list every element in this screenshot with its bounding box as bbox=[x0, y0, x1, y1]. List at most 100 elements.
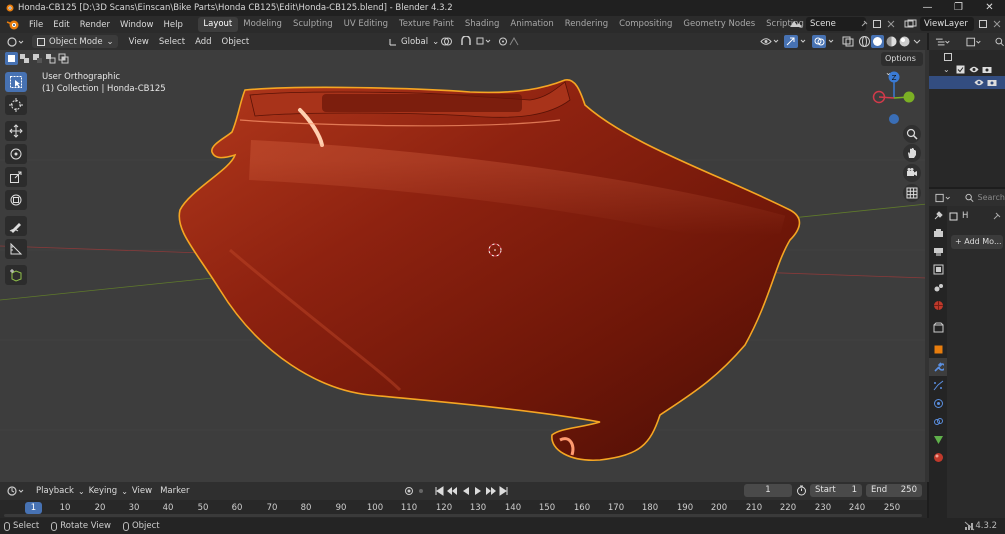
gizmo-toggle-icon[interactable] bbox=[784, 35, 808, 48]
stopwatch-icon[interactable] bbox=[796, 485, 807, 496]
tab-compositing[interactable]: Compositing bbox=[614, 17, 678, 32]
shading-options-icon[interactable] bbox=[912, 37, 922, 46]
collection-checkbox-icon[interactable] bbox=[956, 65, 965, 74]
minimize-button[interactable]: — bbox=[912, 0, 943, 16]
editor-type-icon[interactable] bbox=[6, 36, 26, 48]
search-icon[interactable] bbox=[965, 193, 974, 203]
display-mode-icon[interactable] bbox=[966, 37, 981, 47]
tab-geometry-nodes[interactable]: Geometry Nodes bbox=[678, 17, 761, 32]
add-modifier-button[interactable]: + Add Mo... bbox=[951, 235, 1003, 249]
blender-menu-icon[interactable] bbox=[6, 19, 20, 31]
options-dropdown[interactable]: Options ⌄ bbox=[881, 52, 923, 77]
tool-scale[interactable] bbox=[5, 167, 27, 187]
xray-toggle-icon[interactable] bbox=[842, 35, 854, 48]
tab-collection[interactable] bbox=[929, 318, 947, 336]
menu-view[interactable]: View bbox=[124, 37, 154, 47]
tool-annotate[interactable] bbox=[5, 216, 27, 236]
tab-sculpting[interactable]: Sculpting bbox=[287, 17, 338, 32]
start-frame-field[interactable]: Start 1 bbox=[810, 484, 862, 497]
playhead[interactable]: 1 bbox=[25, 502, 42, 514]
pivot-point-icon[interactable] bbox=[440, 36, 456, 47]
tab-uv-editing[interactable]: UV Editing bbox=[338, 17, 393, 32]
menu-edit[interactable]: Edit bbox=[48, 20, 74, 30]
menu-keying[interactable]: Keying bbox=[85, 486, 122, 496]
tab-data[interactable] bbox=[929, 430, 947, 448]
tab-particles[interactable] bbox=[929, 376, 947, 394]
menu-select[interactable]: Select bbox=[154, 37, 190, 47]
navigation-gizmo[interactable]: Z bbox=[868, 70, 918, 126]
viewlayer-name-field[interactable]: ViewLayer bbox=[920, 17, 974, 31]
timeline-scrollbar[interactable] bbox=[4, 514, 922, 517]
play-reverse-icon[interactable] bbox=[461, 486, 471, 496]
tool-add-cube[interactable] bbox=[5, 265, 27, 285]
tab-shading[interactable]: Shading bbox=[459, 17, 505, 32]
tab-render[interactable] bbox=[929, 224, 947, 242]
expand-arrow-icon[interactable]: ⌄ bbox=[943, 65, 950, 74]
scene-icon[interactable] bbox=[788, 19, 804, 29]
tool-rotate[interactable] bbox=[5, 144, 27, 164]
outliner-editor-icon[interactable] bbox=[935, 37, 950, 47]
jump-end-icon[interactable] bbox=[499, 486, 509, 496]
solid-shading-icon[interactable] bbox=[871, 35, 884, 48]
network-off-icon[interactable] bbox=[964, 521, 975, 531]
tab-modeling[interactable]: Modeling bbox=[238, 17, 288, 32]
timeline-editor-icon[interactable] bbox=[6, 485, 26, 497]
tab-animation[interactable]: Animation bbox=[505, 17, 559, 32]
tab-modifiers[interactable] bbox=[929, 358, 947, 376]
camera-view-button[interactable] bbox=[903, 164, 921, 182]
tab-constraints[interactable] bbox=[929, 412, 947, 430]
tab-output[interactable] bbox=[929, 242, 947, 260]
jump-keyframe-forward-icon[interactable] bbox=[485, 486, 497, 496]
transform-orientation-selector[interactable]: Global ⌄ bbox=[384, 35, 443, 48]
tab-object[interactable] bbox=[929, 340, 947, 358]
tool-move[interactable] bbox=[5, 121, 27, 141]
tool-measure[interactable] bbox=[5, 239, 27, 259]
wireframe-shading-icon[interactable] bbox=[858, 35, 871, 48]
properties-search-field[interactable]: Search bbox=[978, 193, 1005, 202]
menu-playback[interactable]: Playback bbox=[32, 486, 78, 496]
viewlayer-icon[interactable] bbox=[904, 19, 918, 29]
snap-icon[interactable] bbox=[460, 36, 472, 47]
ortho-toggle-button[interactable] bbox=[903, 184, 921, 202]
select-subtract-icon[interactable] bbox=[31, 52, 44, 65]
tab-layout[interactable]: Layout bbox=[197, 17, 238, 32]
tool-cursor[interactable] bbox=[5, 95, 27, 115]
tab-material[interactable] bbox=[929, 448, 947, 466]
pin-icon[interactable] bbox=[992, 212, 1001, 221]
jump-keyframe-back-icon[interactable] bbox=[446, 486, 458, 496]
overlays-icon[interactable] bbox=[812, 35, 836, 48]
visibility-icon[interactable] bbox=[760, 36, 780, 47]
tab-world[interactable] bbox=[929, 296, 947, 314]
render-camera-icon[interactable] bbox=[987, 78, 997, 87]
menu-timeline-view[interactable]: View bbox=[128, 486, 156, 496]
properties-editor-icon[interactable] bbox=[935, 193, 951, 203]
tool-select-box[interactable] bbox=[5, 72, 27, 92]
tab-scene[interactable] bbox=[929, 278, 947, 296]
outliner-row-scene-collection[interactable] bbox=[929, 50, 1005, 63]
maximize-button[interactable]: ❐ bbox=[943, 0, 974, 16]
timeline-ruler[interactable]: 1 10 20 30 40 50 60 70 80 90 100 110 120… bbox=[0, 500, 927, 518]
select-invert-icon[interactable] bbox=[44, 52, 57, 65]
current-frame-field[interactable]: 1 bbox=[744, 484, 792, 497]
end-frame-field[interactable]: End 250 bbox=[866, 484, 922, 497]
tab-tool[interactable] bbox=[929, 206, 947, 224]
mode-selector[interactable]: Object Mode ⌄ bbox=[32, 35, 118, 48]
tab-physics[interactable] bbox=[929, 394, 947, 412]
tab-view-layer[interactable] bbox=[929, 260, 947, 278]
scene-name-field[interactable]: Scene bbox=[806, 17, 866, 31]
pan-button[interactable] bbox=[903, 144, 921, 162]
select-intersect-icon[interactable] bbox=[57, 52, 70, 65]
select-new-icon[interactable] bbox=[5, 52, 18, 65]
outliner-row-collection[interactable]: ⌄ bbox=[929, 63, 1005, 76]
eye-icon[interactable] bbox=[974, 78, 984, 87]
material-shading-icon[interactable] bbox=[885, 35, 898, 48]
proportional-editing-icon[interactable] bbox=[498, 36, 522, 47]
tab-texture-paint[interactable]: Texture Paint bbox=[394, 17, 460, 32]
zoom-button[interactable] bbox=[903, 125, 921, 143]
tool-transform[interactable] bbox=[5, 190, 27, 210]
delete-viewlayer-icon[interactable] bbox=[992, 19, 1002, 29]
auto-keying-icon[interactable] bbox=[404, 486, 428, 496]
rendered-shading-icon[interactable] bbox=[898, 35, 911, 48]
menu-render[interactable]: Render bbox=[75, 20, 115, 30]
render-camera-icon[interactable] bbox=[982, 65, 992, 74]
